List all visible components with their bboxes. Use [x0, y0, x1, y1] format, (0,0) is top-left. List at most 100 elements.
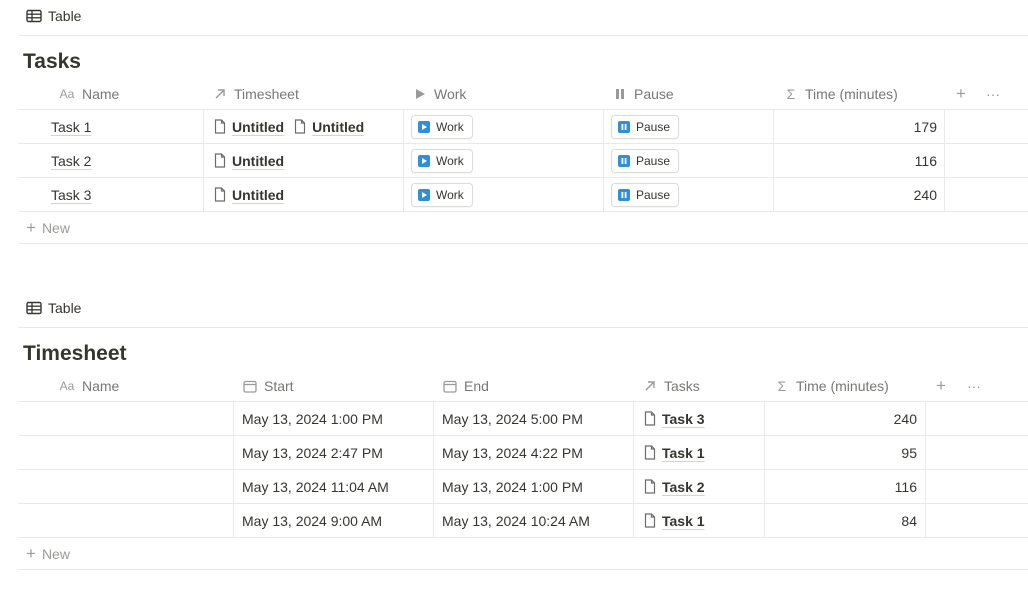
timesheet-rows: May 13, 2024 1:00 PM May 13, 2024 5:00 PM… [18, 402, 1028, 538]
add-property-icon[interactable]: + [949, 78, 973, 110]
add-property-icon[interactable]: + [929, 370, 953, 402]
table-row: Task 1 Untitled Untitled Work Pause 179 [18, 110, 1028, 144]
work-button[interactable]: Work [411, 114, 473, 139]
pause-button-icon [618, 120, 630, 133]
pause-cell: Pause [611, 144, 680, 177]
table-icon [26, 9, 42, 23]
tasks-table: Aa Name Timesheet Work Pause Σ Time (min… [18, 78, 1028, 244]
play-icon [412, 88, 428, 100]
tasks-rows: Task 1 Untitled Untitled Work Pause 179 Task 2… [18, 110, 1028, 212]
column-header-end[interactable]: End [442, 370, 489, 402]
view-tab-tasks[interactable]: Table [26, 8, 81, 24]
tasks-relation-cell[interactable]: Task 1 [644, 504, 715, 537]
work-cell: Work [411, 144, 473, 177]
calendar-icon [242, 380, 258, 393]
text-property-icon: Aa [59, 379, 75, 393]
end-date-cell[interactable]: May 13, 2024 10:24 AM [442, 504, 590, 537]
start-date-cell[interactable]: May 13, 2024 9:00 AM [242, 504, 382, 537]
start-date-cell[interactable]: May 13, 2024 2:47 PM [242, 436, 383, 469]
work-cell: Work [411, 110, 473, 143]
column-header-start[interactable]: Start [242, 370, 294, 402]
relation-page-link[interactable]: Untitled [214, 119, 284, 135]
page-icon [644, 445, 656, 460]
tasks-relation-cell[interactable]: Task 2 [644, 470, 715, 503]
page-icon [214, 153, 226, 168]
page-icon [644, 479, 656, 494]
relation-page-link[interactable]: Task 1 [644, 513, 705, 529]
end-date-cell[interactable]: May 13, 2024 1:00 PM [442, 470, 583, 503]
table-row: Task 2 Untitled Work Pause 116 [18, 144, 1028, 178]
view-divider [18, 327, 1028, 328]
relation-page-link[interactable]: Task 1 [644, 445, 705, 461]
column-header-pause[interactable]: Pause [612, 78, 674, 110]
view-divider [18, 35, 1028, 36]
add-new-timesheet-button[interactable]: + New [18, 538, 1028, 570]
column-header-time[interactable]: Σ Time (minutes) [774, 370, 889, 402]
end-date-cell[interactable]: May 13, 2024 5:00 PM [442, 402, 583, 435]
page-icon [644, 411, 656, 426]
timesheet-relation-cell[interactable]: Untitled [214, 144, 294, 177]
time-minutes-cell: 116 [894, 478, 917, 495]
relation-page-link[interactable]: Task 3 [644, 411, 705, 427]
plus-icon: + [26, 544, 36, 563]
time-minutes-cell: 95 [901, 444, 917, 461]
pause-button[interactable]: Pause [611, 148, 680, 173]
page-icon [295, 119, 306, 134]
task-name-cell[interactable]: Task 1 [51, 110, 91, 143]
time-minutes-cell: 240 [893, 410, 917, 427]
start-date-cell[interactable]: May 13, 2024 11:04 AM [242, 470, 389, 503]
work-button[interactable]: Work [411, 182, 473, 207]
task-name-cell[interactable]: Task 3 [51, 178, 91, 211]
time-minutes-cell: 84 [901, 512, 917, 529]
time-minutes-cell: 116 [914, 152, 937, 169]
end-date-cell[interactable]: May 13, 2024 4:22 PM [442, 436, 583, 469]
column-header-time[interactable]: Σ Time (minutes) [783, 78, 898, 110]
pause-cell: Pause [611, 110, 680, 143]
calendar-icon [442, 380, 458, 393]
table-row: May 13, 2024 9:00 AM May 13, 2024 10:24 A… [18, 504, 1028, 538]
add-new-task-button[interactable]: + New [18, 212, 1028, 244]
page-icon [214, 119, 226, 134]
pause-button[interactable]: Pause [611, 182, 680, 207]
play-button-icon [418, 188, 430, 201]
column-header-name[interactable]: Aa Name [58, 370, 120, 402]
more-options-icon[interactable]: ··· [981, 78, 1005, 110]
database-title-tasks[interactable]: Tasks [23, 50, 81, 74]
play-button-icon [418, 120, 430, 133]
time-minutes-cell: 240 [913, 186, 937, 203]
work-cell: Work [411, 178, 473, 211]
tasks-relation-cell[interactable]: Task 1 [644, 436, 715, 469]
relation-page-link[interactable]: Untitled [214, 153, 284, 169]
table-row: May 13, 2024 1:00 PM May 13, 2024 5:00 PM… [18, 402, 1028, 436]
view-tab-label: Table [48, 300, 82, 316]
timesheet-relation-cell[interactable]: Untitled [214, 178, 294, 211]
timesheet-table: Aa Name Start End Tasks Σ Time (minutes)… [18, 370, 1028, 570]
pause-cell: Pause [611, 178, 680, 211]
timesheet-relation-cell[interactable]: Untitled Untitled [214, 110, 374, 143]
column-header-timesheet[interactable]: Timesheet [212, 78, 299, 110]
time-minutes-cell: 179 [913, 118, 937, 135]
start-date-cell[interactable]: May 13, 2024 1:00 PM [242, 402, 383, 435]
page-icon [644, 513, 656, 528]
pause-button[interactable]: Pause [611, 114, 680, 139]
relation-page-link[interactable]: Untitled [294, 119, 364, 135]
plus-icon: + [26, 218, 36, 237]
relation-page-link[interactable]: Task 2 [644, 479, 705, 495]
view-tab-label: Table [48, 8, 82, 24]
tasks-relation-cell[interactable]: Task 3 [644, 402, 715, 435]
database-title-timesheet[interactable]: Timesheet [23, 342, 127, 366]
work-button[interactable]: Work [411, 148, 473, 173]
formula-sigma-icon: Σ [777, 378, 787, 394]
relation-page-link[interactable]: Untitled [214, 187, 284, 203]
column-header-name[interactable]: Aa Name [58, 78, 120, 110]
timesheet-header-row: Aa Name Start End Tasks Σ Time (minutes)… [18, 370, 1028, 402]
task-name-cell[interactable]: Task 2 [51, 144, 91, 177]
pause-button-icon [618, 188, 630, 201]
more-options-icon[interactable]: ··· [962, 370, 986, 402]
table-row: Task 3 Untitled Work Pause 240 [18, 178, 1028, 212]
view-tab-timesheet[interactable]: Table [26, 300, 81, 316]
text-property-icon: Aa [59, 87, 75, 101]
table-icon [26, 301, 42, 315]
column-header-tasks[interactable]: Tasks [642, 370, 700, 402]
column-header-work[interactable]: Work [412, 78, 466, 110]
